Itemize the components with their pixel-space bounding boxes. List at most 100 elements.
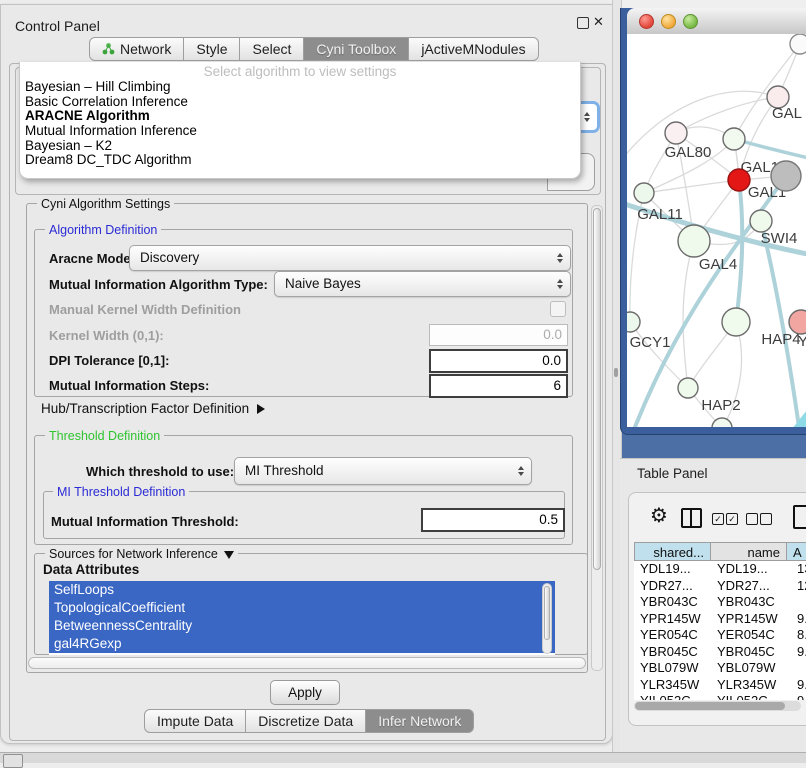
checkbox-unchecked-icon[interactable]	[746, 513, 758, 525]
sources-title[interactable]: Sources for Network Inference	[45, 547, 238, 561]
network-node[interactable]	[789, 310, 806, 334]
zoom-traffic-light[interactable]	[683, 14, 698, 29]
table-column-header[interactable]: shared...	[634, 542, 711, 561]
table-row[interactable]: YDL19...YDL19...13	[634, 561, 806, 578]
network-edge[interactable]	[736, 180, 742, 322]
tab-label: Discretize Data	[258, 713, 353, 729]
network-node[interactable]	[634, 183, 654, 203]
network-node[interactable]	[722, 308, 750, 336]
algorithm-dropdown-list: Bayesian – Hill ClimbingBasic Correlatio…	[20, 80, 580, 168]
algorithm-dropdown: Select algorithm to view settings Bayesi…	[19, 62, 581, 179]
table-row[interactable]: YDR27...YDR27...12	[634, 578, 806, 595]
tab-discretize-data[interactable]: Discretize Data	[246, 709, 366, 733]
table-row[interactable]: YBR045CYBR045C9.	[634, 644, 806, 661]
aracne-mode-select[interactable]: Discovery	[129, 245, 571, 271]
algorithm-option[interactable]: Dream8 DC_TDC Algorithm	[20, 153, 580, 168]
algorithm-option[interactable]: Bayesian – K2	[20, 139, 580, 154]
table-row[interactable]: YBR043CYBR043C	[634, 594, 806, 611]
tab-style[interactable]: Style	[184, 37, 240, 61]
network-node-label: GAL11	[637, 206, 683, 223]
network-node[interactable]	[790, 34, 806, 54]
tab-select[interactable]: Select	[240, 37, 304, 61]
hub-definition-expander[interactable]: Hub/Transcription Factor Definition	[41, 401, 265, 416]
minimize-traffic-light[interactable]	[661, 14, 676, 29]
table-horizontal-scrollbar[interactable]	[634, 701, 801, 711]
mi-steps-field[interactable]: 6	[429, 374, 568, 398]
network-edge[interactable]	[773, 406, 806, 427]
attribute-item[interactable]: TopologicalCoefficient	[49, 599, 555, 617]
dpi-tolerance-field[interactable]: 0.0	[429, 349, 568, 373]
network-window-titlebar[interactable]	[627, 8, 806, 35]
algorithm-option[interactable]: Bayesian – Hill Climbing	[20, 80, 580, 95]
attribute-item[interactable]: BetweennessCentrality	[49, 617, 555, 635]
algorithm-definition-title: Algorithm Definition	[45, 223, 161, 237]
network-node-label: Y	[798, 333, 806, 350]
table-row[interactable]: YBL079WYBL079W	[634, 660, 806, 677]
divider-handle[interactable]	[614, 368, 618, 377]
data-attributes-list[interactable]: SelfLoopsTopologicalCoefficientBetweenne…	[49, 581, 555, 655]
table-row[interactable]: YPR145WYPR145W9.	[634, 611, 806, 628]
kernel-width-field[interactable]: 0.0	[429, 324, 568, 346]
manual-kernel-checkbox[interactable]	[550, 301, 566, 317]
network-canvas-svg: GALGAL80GAL10GAL1GAL11SWI4GAL4GCY1HAP4YH…	[627, 34, 806, 427]
mi-steps-label: Mutual Information Steps:	[49, 378, 209, 393]
attribute-item[interactable]: SelfLoops	[49, 581, 555, 599]
network-node[interactable]	[728, 169, 750, 191]
algorithm-option[interactable]: Mutual Information Inference	[20, 124, 580, 139]
network-node[interactable]	[627, 312, 640, 332]
attribute-item[interactable]: gal4RGexp	[49, 635, 555, 653]
algorithm-option[interactable]: ARACNE Algorithm	[20, 109, 580, 124]
tab-jactivemnodules[interactable]: jActiveMNodules	[409, 37, 538, 61]
aracne-mode-label: Aracne Mode:	[49, 251, 135, 266]
network-node-label: GAL	[772, 105, 802, 122]
mi-threshold-field[interactable]: 0.5	[421, 508, 565, 532]
tab-cyni-toolbox[interactable]: Cyni Toolbox	[304, 37, 409, 61]
gear-icon[interactable]: ⚙	[650, 506, 668, 526]
table-cell: YBL079W	[711, 660, 787, 677]
network-node[interactable]	[678, 225, 710, 257]
network-node[interactable]	[723, 128, 745, 150]
apply-button[interactable]: Apply	[270, 680, 340, 705]
checkbox-unchecked-icon[interactable]	[760, 513, 772, 525]
checkbox-checked-icon[interactable]: ✓	[726, 513, 738, 525]
settings-scrollbar[interactable]	[591, 205, 603, 671]
sources-title-label: Sources for Network Inference	[49, 547, 218, 561]
status-mini-button[interactable]	[3, 754, 23, 768]
network-node[interactable]	[678, 378, 698, 398]
desktop-top-strip	[620, 0, 806, 8]
table-cell: YPR145W	[634, 611, 711, 628]
table-cell: YIL052C	[634, 693, 711, 700]
document-icon[interactable]	[793, 505, 806, 529]
tab-infer-network[interactable]: Infer Network	[366, 709, 474, 733]
network-view-canvas[interactable]: GALGAL80GAL10GAL1GAL11SWI4GAL4GCY1HAP4YH…	[627, 34, 806, 427]
tab-network[interactable]: Network	[89, 37, 184, 61]
float-window-icon[interactable]	[577, 17, 589, 29]
table-cell: YIL052C	[711, 693, 787, 700]
network-node-label: HAP2	[701, 397, 740, 414]
table-cell: YER054C	[711, 627, 787, 644]
algorithm-dropdown-placeholder: Select algorithm to view settings	[20, 62, 580, 80]
close-traffic-light[interactable]	[639, 14, 654, 29]
network-node[interactable]	[750, 210, 772, 232]
table-row[interactable]: YLR345WYLR345W9.	[634, 677, 806, 694]
settings-horizontal-scrollbar[interactable]	[28, 657, 586, 669]
tab-label: Style	[196, 41, 227, 57]
table-row[interactable]: YIL052CYIL052C9.	[634, 693, 806, 700]
table-cell: 9.	[787, 693, 806, 700]
mi-type-value: Naive Bayes	[285, 276, 361, 291]
table-body: YDL19...YDL19...13YDR27...YDR27...12YBR0…	[634, 561, 806, 700]
algorithm-option[interactable]: Basic Correlation Inference	[20, 95, 580, 110]
columns-icon[interactable]	[681, 508, 702, 528]
close-icon[interactable]: ✕	[593, 14, 604, 30]
network-node[interactable]	[771, 161, 801, 191]
tab-label: Impute Data	[157, 713, 233, 729]
mi-type-select[interactable]: Naive Bayes	[274, 271, 571, 297]
which-threshold-select[interactable]: MI Threshold	[234, 457, 532, 485]
checkbox-checked-icon[interactable]: ✓	[712, 513, 724, 525]
table-row[interactable]: YER054CYER054C8.	[634, 627, 806, 644]
tab-impute-data[interactable]: Impute Data	[144, 709, 246, 733]
table-column-header[interactable]: name	[711, 542, 787, 561]
table-column-header[interactable]: A	[787, 542, 806, 561]
attributes-scrollbar[interactable]	[542, 583, 552, 654]
network-node[interactable]	[665, 122, 687, 144]
